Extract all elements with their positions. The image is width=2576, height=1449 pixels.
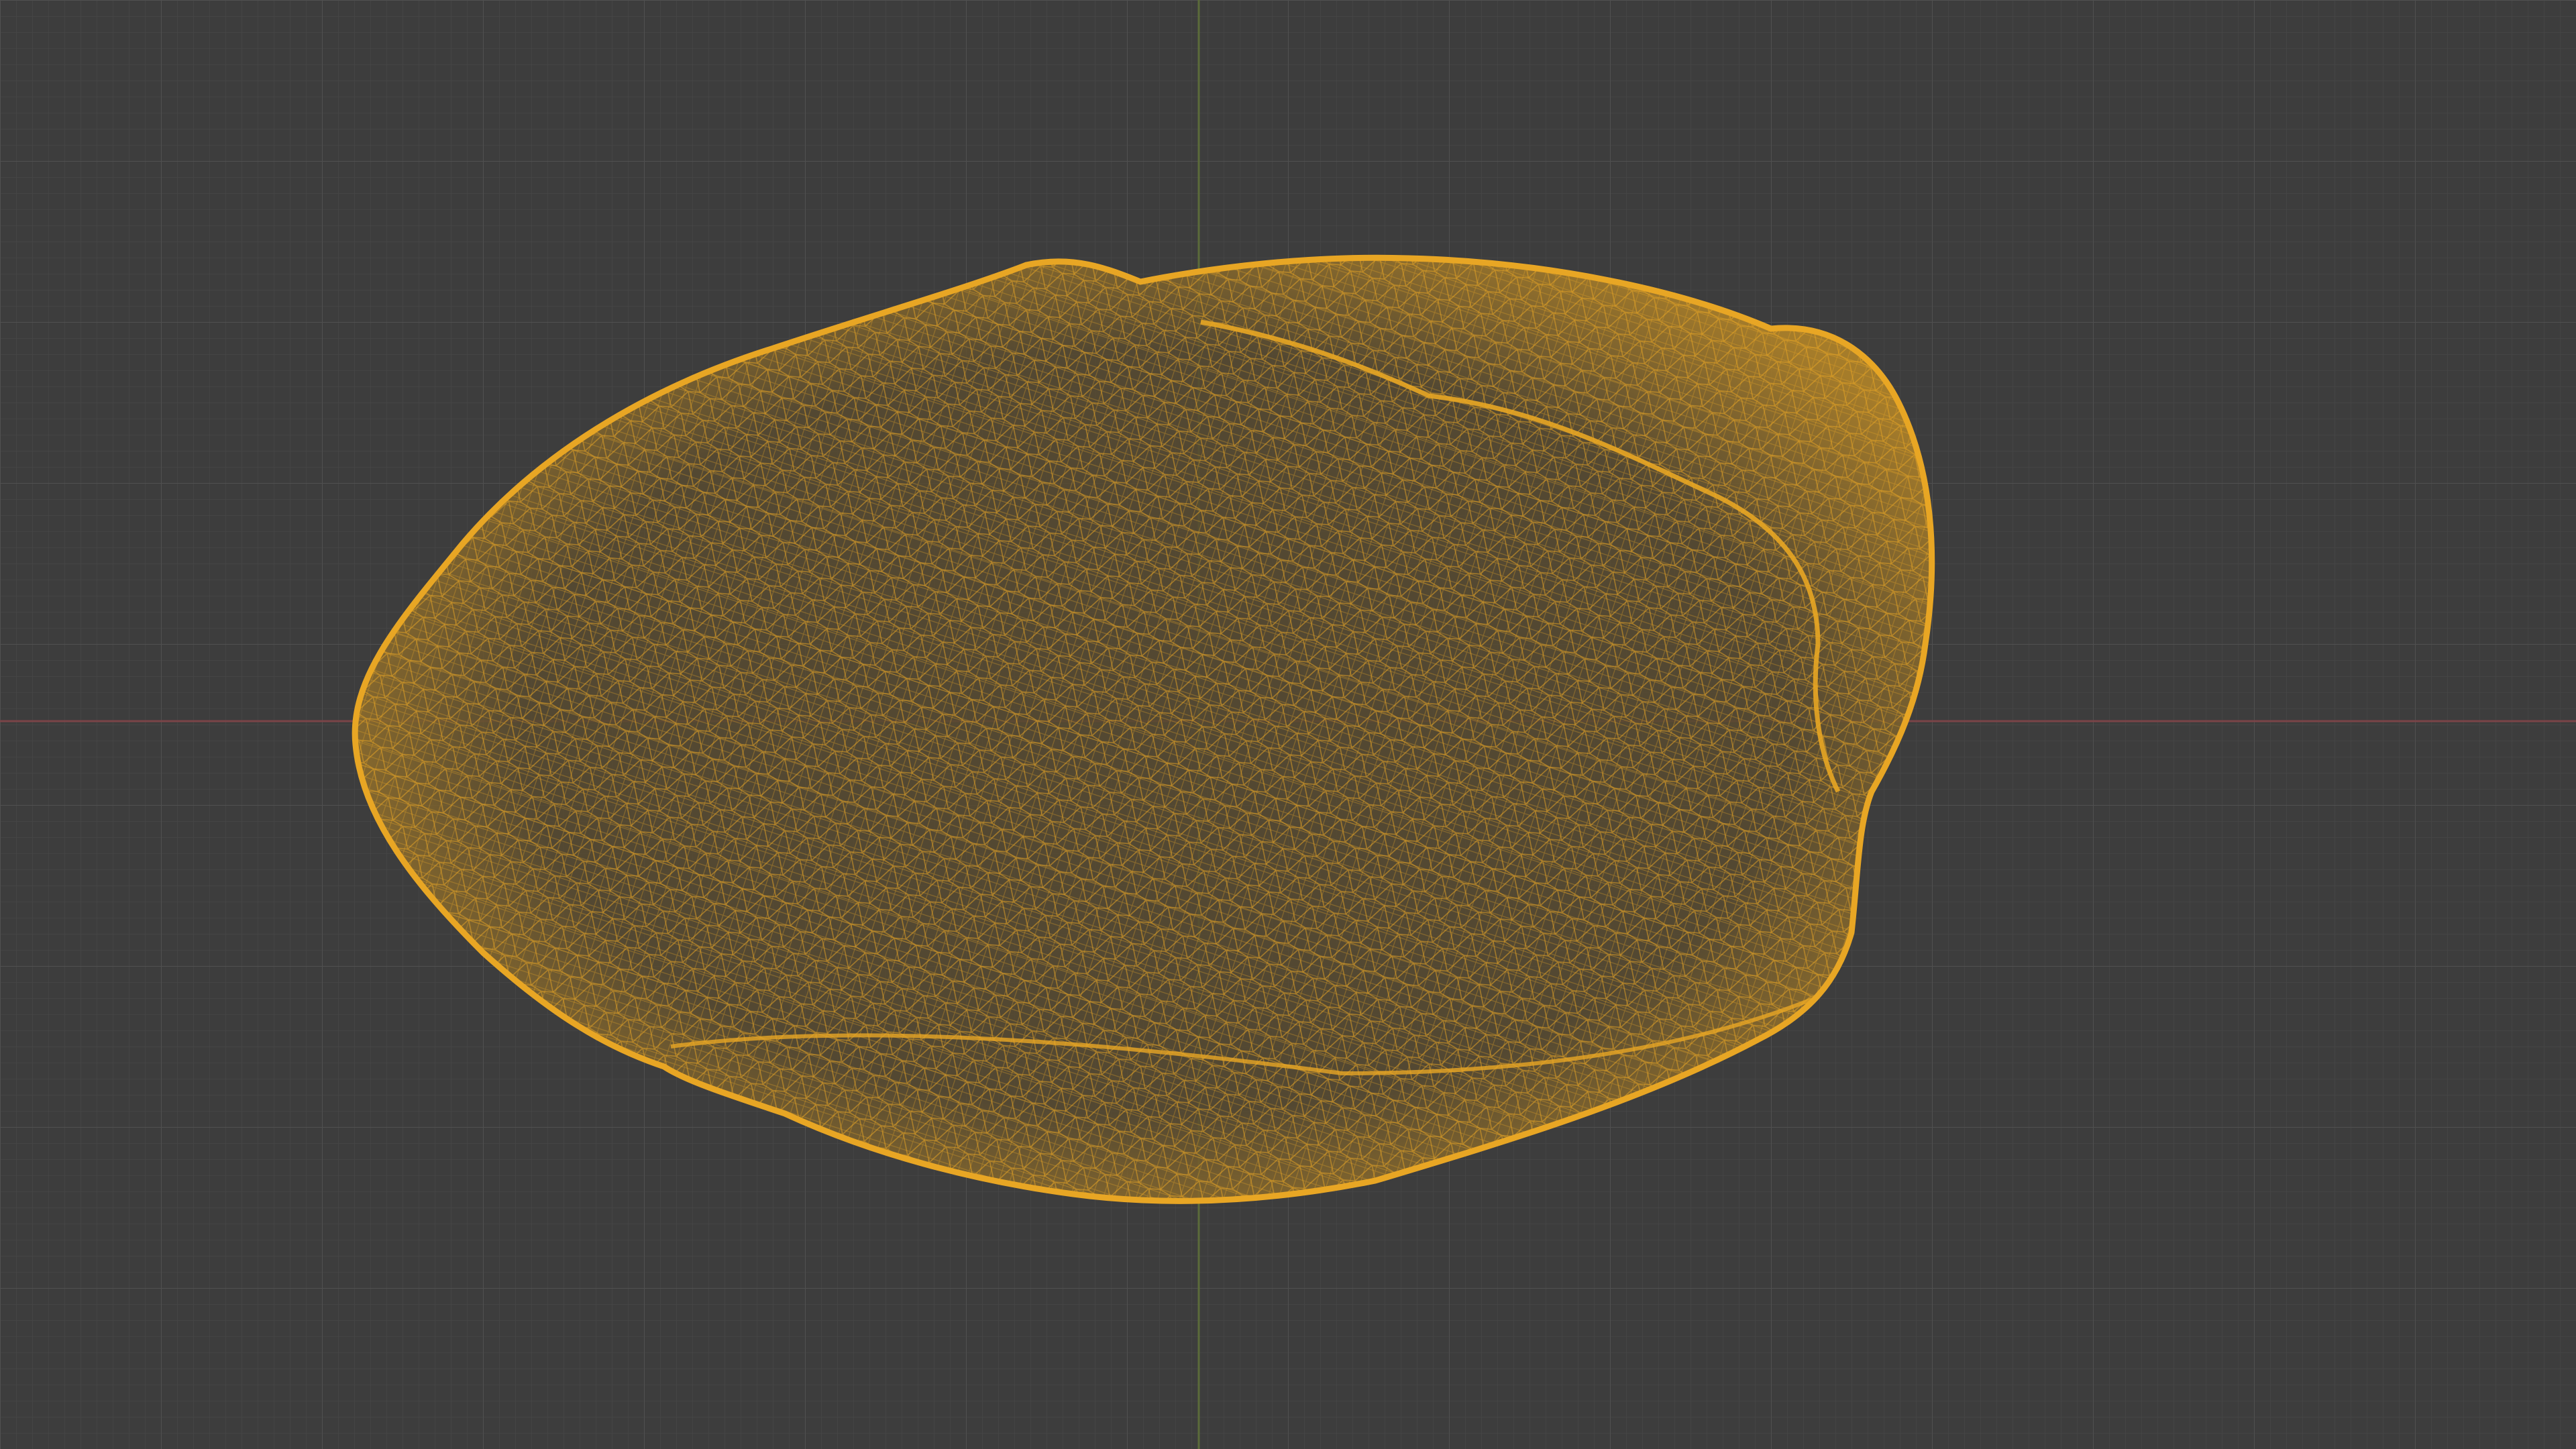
3d-viewport[interactable] bbox=[0, 0, 2576, 1449]
viewport-canvas[interactable] bbox=[0, 0, 2576, 1449]
